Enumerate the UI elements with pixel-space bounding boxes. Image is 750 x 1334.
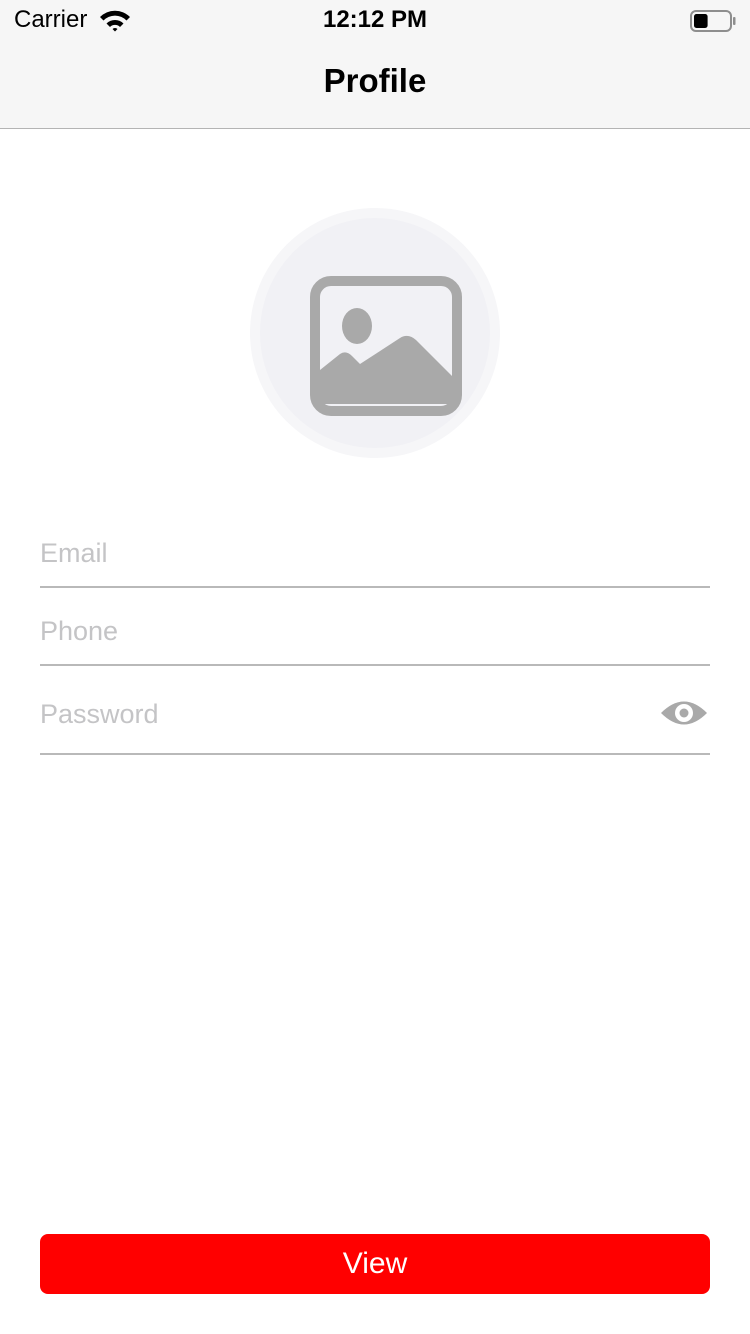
image-placeholder-icon — [310, 276, 462, 416]
phone-field — [40, 598, 710, 666]
password-input[interactable] — [40, 676, 640, 753]
avatar[interactable] — [250, 208, 500, 458]
email-input[interactable] — [40, 520, 640, 586]
email-field — [40, 520, 710, 588]
status-time: 12:12 PM — [322, 6, 428, 33]
battery-level-fill — [694, 14, 708, 28]
view-button[interactable]: View — [40, 1234, 710, 1294]
page-title: Profile — [323, 62, 427, 99]
status-bar: Carrier 12:12 PM — [0, 0, 750, 40]
navigation-bar: Profile — [0, 40, 750, 129]
phone-input[interactable] — [40, 598, 640, 664]
avatar-circle — [260, 218, 490, 448]
battery-icon — [690, 10, 736, 32]
eye-icon[interactable] — [660, 696, 708, 730]
password-field — [40, 676, 710, 755]
